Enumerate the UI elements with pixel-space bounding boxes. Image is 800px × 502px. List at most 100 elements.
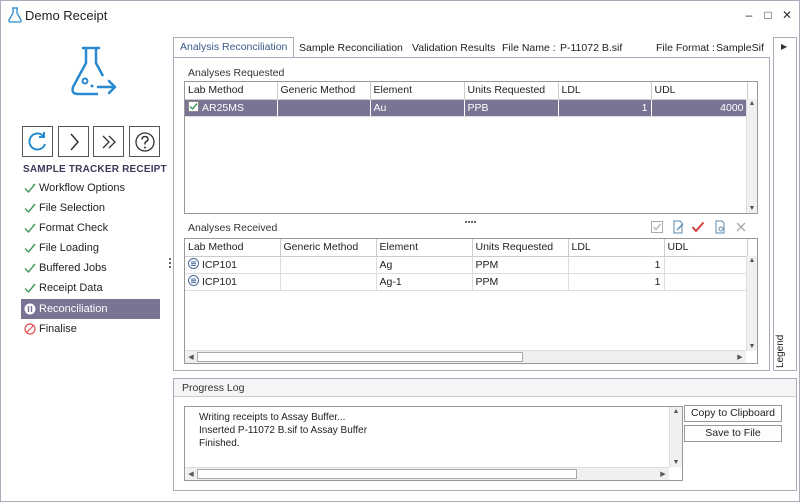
column-header[interactable]: LDL bbox=[558, 82, 652, 100]
lab-method-cell[interactable]: ICP101 bbox=[185, 273, 281, 291]
pause-icon bbox=[24, 303, 36, 315]
ldl-cell[interactable]: 1 bbox=[558, 99, 652, 117]
column-header[interactable]: UDL bbox=[651, 82, 748, 100]
copy-to-clipboard-button[interactable]: Copy to Clipboard bbox=[684, 405, 782, 422]
element-cell[interactable]: Ag-1 bbox=[376, 273, 473, 291]
checkbox-checked-icon[interactable] bbox=[188, 101, 199, 112]
legend-panel[interactable]: ▶ Legend bbox=[773, 37, 797, 371]
tab-sample-reconciliation[interactable]: Sample Reconciliation bbox=[293, 39, 409, 57]
column-header[interactable]: Element bbox=[376, 239, 473, 257]
column-header[interactable]: Lab Method bbox=[185, 239, 281, 257]
next-button[interactable] bbox=[58, 126, 89, 157]
received-vertical-scrollbar[interactable]: ▲ ▼ bbox=[746, 256, 757, 351]
lab-method-cell[interactable]: AR25MS bbox=[185, 99, 278, 117]
accept-check-icon[interactable] bbox=[691, 220, 705, 234]
scroll-left-icon[interactable]: ◀ bbox=[186, 353, 196, 361]
column-header[interactable]: Generic Method bbox=[277, 82, 371, 100]
generic-method-cell[interactable] bbox=[280, 273, 377, 291]
requested-vertical-scrollbar[interactable]: ▲ ▼ bbox=[746, 99, 757, 213]
lab-method-value: ICP101 bbox=[202, 259, 238, 271]
file-name-label: File Name : bbox=[502, 42, 556, 54]
log-horizontal-scrollbar[interactable]: ◀ ▶ bbox=[185, 467, 669, 480]
step-file-loading[interactable]: File Loading bbox=[21, 238, 160, 258]
scroll-right-icon[interactable]: ▶ bbox=[658, 470, 668, 478]
ldl-cell[interactable]: 1 bbox=[568, 273, 665, 291]
chevron-right-icon bbox=[70, 133, 79, 151]
maximize-button[interactable]: □ bbox=[760, 7, 776, 23]
step-buffered-jobs[interactable]: Buffered Jobs bbox=[21, 258, 160, 278]
units-cell[interactable]: PPM bbox=[472, 273, 569, 291]
scroll-left-icon[interactable]: ◀ bbox=[186, 470, 196, 478]
help-button[interactable] bbox=[129, 126, 160, 157]
minimize-button[interactable]: – bbox=[741, 7, 757, 23]
step-workflow-options[interactable]: Workflow Options bbox=[21, 178, 160, 198]
requested-grid: Lab Method Generic Method Element Units … bbox=[184, 81, 758, 214]
check-icon bbox=[24, 243, 36, 254]
legend-expand-icon[interactable]: ▶ bbox=[781, 42, 787, 51]
udl-cell[interactable] bbox=[664, 256, 748, 274]
close-button[interactable]: ✕ bbox=[779, 7, 795, 23]
horizontal-splitter-grip[interactable] bbox=[477, 374, 491, 383]
progress-log-text[interactable]: Writing receipts to Assay Buffer... Inse… bbox=[184, 406, 683, 481]
column-header[interactable]: Element bbox=[370, 82, 465, 100]
title-bar: Demo Receipt – □ ✕ bbox=[1, 1, 799, 29]
scroll-down-icon[interactable]: ▼ bbox=[747, 343, 757, 350]
step-receipt-data[interactable]: Receipt Data bbox=[21, 278, 160, 298]
lab-method-value: AR25MS bbox=[202, 102, 245, 114]
check-all-icon[interactable] bbox=[650, 220, 664, 234]
settings-doc-icon[interactable] bbox=[713, 220, 727, 234]
step-label: File Selection bbox=[39, 202, 106, 214]
skip-to-end-button[interactable] bbox=[93, 126, 124, 157]
tab-validation-results[interactable]: Validation Results bbox=[406, 39, 501, 57]
progress-log-header: Progress Log bbox=[174, 379, 796, 397]
column-header[interactable]: Units Requested bbox=[472, 239, 569, 257]
scroll-up-icon[interactable]: ▲ bbox=[671, 408, 681, 415]
scroll-thumb[interactable] bbox=[197, 352, 523, 362]
column-header[interactable]: Generic Method bbox=[280, 239, 377, 257]
delete-x-icon[interactable] bbox=[734, 220, 748, 234]
received-grid: Lab Method Generic Method Element Units … bbox=[184, 238, 758, 364]
flask-app-icon bbox=[8, 7, 22, 23]
requested-header-row: Lab Method Generic Method Element Units … bbox=[185, 82, 748, 100]
file-name-value: P-11072 B.sif bbox=[560, 42, 623, 54]
column-header[interactable]: Units Requested bbox=[464, 82, 559, 100]
udl-cell[interactable]: 4000 bbox=[651, 99, 748, 117]
refresh-icon bbox=[28, 132, 46, 151]
scroll-thumb[interactable] bbox=[197, 469, 577, 479]
received-horizontal-scrollbar[interactable]: ◀ ▶ bbox=[185, 350, 746, 363]
units-cell[interactable]: PPM bbox=[472, 256, 569, 274]
scroll-up-icon[interactable]: ▲ bbox=[747, 100, 757, 107]
app-window: Demo Receipt – □ ✕ SAMPLE TRACKER RECEIP… bbox=[0, 0, 800, 502]
pending-status-icon bbox=[188, 258, 199, 269]
tab-analysis-reconciliation[interactable]: Analysis Reconciliation bbox=[173, 37, 295, 58]
table-row[interactable]: ICP101 Ag-1 PPM 1 bbox=[185, 273, 748, 291]
refresh-button[interactable] bbox=[22, 126, 53, 157]
save-to-file-button[interactable]: Save to File bbox=[684, 425, 782, 442]
vertical-splitter-grip[interactable] bbox=[169, 258, 172, 270]
element-cell[interactable]: Au bbox=[370, 99, 465, 117]
generic-method-cell[interactable] bbox=[280, 256, 377, 274]
step-format-check[interactable]: Format Check bbox=[21, 218, 160, 238]
edit-doc-icon[interactable] bbox=[671, 220, 685, 234]
column-header[interactable]: LDL bbox=[568, 239, 665, 257]
step-reconciliation[interactable]: Reconciliation bbox=[21, 299, 160, 319]
step-file-selection[interactable]: File Selection bbox=[21, 198, 160, 218]
scroll-right-icon[interactable]: ▶ bbox=[735, 353, 745, 361]
element-cell[interactable]: Ag bbox=[376, 256, 473, 274]
scroll-down-icon[interactable]: ▼ bbox=[671, 459, 681, 466]
check-icon bbox=[24, 223, 36, 234]
udl-cell[interactable] bbox=[664, 273, 748, 291]
table-row[interactable]: ICP101 Ag PPM 1 bbox=[185, 256, 748, 274]
units-cell[interactable]: PPB bbox=[464, 99, 559, 117]
generic-method-cell[interactable] bbox=[277, 99, 371, 117]
table-row[interactable]: AR25MS Au PPB 1 4000 bbox=[185, 99, 748, 117]
column-header[interactable]: Lab Method bbox=[185, 82, 278, 100]
step-finalise[interactable]: Finalise bbox=[21, 319, 160, 339]
log-vertical-scrollbar[interactable]: ▲ ▼ bbox=[669, 407, 682, 467]
scroll-down-icon[interactable]: ▼ bbox=[747, 205, 757, 212]
horizontal-splitter-grip[interactable] bbox=[465, 214, 479, 223]
column-header[interactable]: UDL bbox=[664, 239, 748, 257]
lab-method-cell[interactable]: ICP101 bbox=[185, 256, 281, 274]
scroll-up-icon[interactable]: ▲ bbox=[747, 257, 757, 264]
ldl-cell[interactable]: 1 bbox=[568, 256, 665, 274]
